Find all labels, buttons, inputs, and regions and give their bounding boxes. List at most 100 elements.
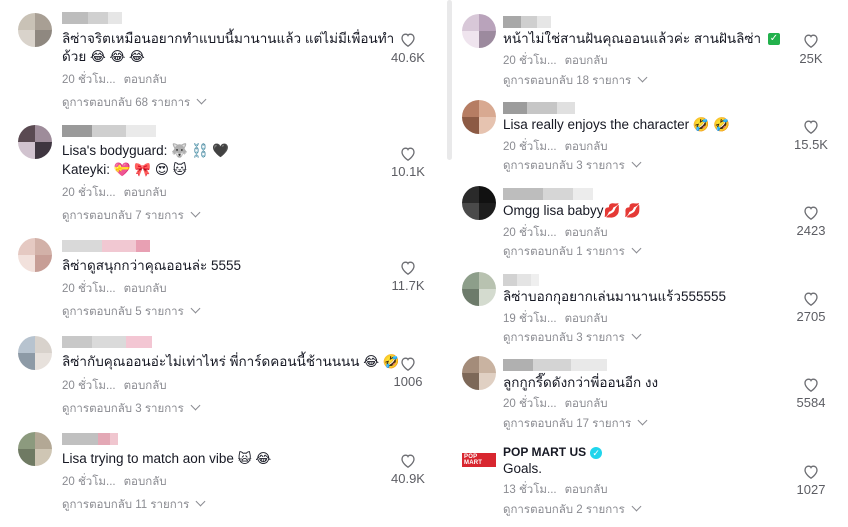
view-replies-label: ดูการตอบกลับ 7 รายการ — [62, 210, 184, 222]
comment-text-line2: Kateyki: 💝 🎀 😍 🐱 — [62, 162, 187, 177]
avatar[interactable] — [18, 432, 52, 466]
comment-meta: 13 ชั่วโม... ตอบกลับ — [503, 481, 608, 499]
view-replies-button[interactable]: ดูการตอบกลับ 18 รายการ — [503, 72, 648, 90]
like-button[interactable]: 2705 — [786, 291, 836, 324]
avatar[interactable] — [18, 125, 52, 159]
reply-button[interactable]: ตอบกลับ — [565, 313, 608, 325]
reply-button[interactable]: ตอบกลับ — [565, 398, 608, 410]
chevron-down-icon — [631, 501, 642, 512]
reply-button[interactable]: ตอบกลับ — [124, 283, 167, 295]
reply-button[interactable]: ตอบกลับ — [124, 187, 167, 199]
username-redacted[interactable] — [503, 359, 607, 371]
like-count: 1027 — [796, 482, 826, 497]
comment-text: ลูกกูกรี๊ดดังกว่าพี่ออนอีก งง — [503, 375, 659, 390]
chevron-down-icon — [631, 329, 642, 340]
view-replies-button[interactable]: ดูการตอบกลับ 5 รายการ — [62, 303, 201, 321]
popmart-logo[interactable]: POP MART — [462, 443, 496, 477]
username[interactable]: POP MART US ✓ — [503, 445, 603, 459]
heart-icon — [401, 147, 415, 161]
view-replies-label: ดูการตอบกลับ 3 รายการ — [62, 403, 184, 415]
heart-icon — [401, 33, 415, 47]
like-button[interactable]: 25K — [786, 33, 836, 66]
like-count: 1006 — [393, 374, 423, 389]
like-count: 2705 — [796, 309, 826, 324]
username-redacted[interactable] — [503, 274, 539, 286]
like-button[interactable]: 15.5K — [786, 119, 836, 152]
view-replies-label: ดูการตอบกลับ 3 รายการ — [503, 160, 625, 172]
like-button[interactable]: 1006 — [383, 356, 433, 389]
like-count: 25K — [799, 51, 823, 66]
view-replies-button[interactable]: ดูการตอบกลับ 17 รายการ — [503, 415, 648, 433]
username-redacted[interactable] — [62, 125, 156, 137]
timestamp: 20 ชั่วโม... — [62, 476, 116, 488]
like-button[interactable]: 40.9K — [383, 453, 433, 486]
chevron-down-icon — [637, 72, 648, 83]
like-button[interactable]: 40.6K — [383, 32, 433, 65]
reply-button[interactable]: ตอบกลับ — [565, 141, 608, 153]
username-redacted[interactable] — [503, 16, 551, 28]
chevron-down-icon — [190, 400, 201, 411]
view-replies-button[interactable]: ดูการตอบกลับ 68 รายการ — [62, 94, 207, 112]
view-replies-button[interactable]: ดูการตอบกลับ 7 รายการ — [62, 207, 201, 225]
avatar[interactable] — [462, 14, 496, 48]
view-replies-button[interactable]: ดูการตอบกลับ 2 รายการ — [503, 501, 642, 519]
view-replies-button[interactable]: ดูการตอบกลับ 3 รายการ — [62, 400, 201, 418]
comment-meta: 20 ชั่วโม... ตอบกลับ — [62, 377, 167, 395]
heart-icon — [401, 261, 415, 275]
username-redacted[interactable] — [503, 188, 593, 200]
timestamp: 20 ชั่วโม... — [503, 398, 557, 410]
reply-button[interactable]: ตอบกลับ — [565, 484, 608, 496]
comment-meta: 20 ชั่วโม... ตอบกลับ — [62, 71, 167, 89]
reply-button[interactable]: ตอบกลับ — [565, 227, 608, 239]
comment-meta: 20 ชั่วโม... ตอบกลับ — [62, 280, 167, 298]
avatar[interactable] — [462, 186, 496, 220]
username-redacted[interactable] — [62, 433, 118, 445]
like-count: 40.6K — [391, 50, 425, 65]
comment-text-line2: ด้วย 😂 😂 😂 — [62, 49, 145, 64]
avatar[interactable] — [462, 356, 496, 390]
reply-button[interactable]: ตอบกลับ — [565, 55, 608, 67]
chevron-down-icon — [637, 415, 648, 426]
like-button[interactable]: 10.1K — [383, 146, 433, 179]
view-replies-label: ดูการตอบกลับ 17 รายการ — [503, 418, 632, 430]
like-count: 2423 — [796, 223, 826, 238]
timestamp: 20 ชั่วโม... — [62, 380, 116, 392]
timestamp: 20 ชั่วโม... — [503, 141, 557, 153]
username-redacted[interactable] — [62, 12, 122, 24]
chevron-down-icon — [631, 243, 642, 254]
username-redacted[interactable] — [62, 240, 150, 252]
comment-text: หน้าไม่ใช่สานฝันคุณออนแล้วค่ะ สานฝันลิซ่… — [503, 31, 780, 46]
like-button[interactable]: 5584 — [786, 377, 836, 410]
avatar[interactable] — [462, 272, 496, 306]
timestamp: 20 ชั่วโม... — [62, 187, 116, 199]
avatar[interactable] — [462, 100, 496, 134]
timestamp: 20 ชั่วโม... — [503, 227, 557, 239]
comment-meta: 19 ชั่วโม... ตอบกลับ — [503, 310, 608, 328]
avatar[interactable] — [18, 336, 52, 370]
reply-button[interactable]: ตอบกลับ — [124, 380, 167, 392]
view-replies-button[interactable]: ดูการตอบกลับ 11 รายการ — [62, 496, 206, 514]
view-replies-label: ดูการตอบกลับ 2 รายการ — [503, 504, 625, 516]
like-button[interactable]: 11.7K — [383, 260, 433, 293]
avatar[interactable] — [18, 238, 52, 272]
view-replies-label: ดูการตอบกลับ 11 รายการ — [62, 499, 190, 511]
view-replies-label: ดูการตอบกลับ 1 รายการ — [503, 246, 625, 258]
avatar[interactable] — [18, 13, 52, 47]
username-redacted[interactable] — [503, 102, 575, 114]
like-button[interactable]: 2423 — [786, 205, 836, 238]
view-replies-button[interactable]: ดูการตอบกลับ 3 รายการ — [503, 329, 642, 347]
comment-meta: 20 ชั่วโม... ตอบกลับ — [503, 52, 608, 70]
comment-meta: 20 ชั่วโม... ตอบกลับ — [62, 184, 167, 202]
like-count: 10.1K — [391, 164, 425, 179]
reply-button[interactable]: ตอบกลับ — [124, 476, 167, 488]
heart-icon — [401, 454, 415, 468]
chevron-down-icon — [190, 303, 201, 314]
like-button[interactable]: 1027 — [786, 464, 836, 497]
chevron-down-icon — [190, 207, 201, 218]
reply-button[interactable]: ตอบกลับ — [124, 74, 167, 86]
view-replies-button[interactable]: ดูการตอบกลับ 1 รายการ — [503, 243, 642, 261]
scrollbar[interactable] — [447, 0, 452, 160]
username-redacted[interactable] — [62, 336, 152, 348]
chevron-down-icon — [631, 157, 642, 168]
view-replies-button[interactable]: ดูการตอบกลับ 3 รายการ — [503, 157, 642, 175]
